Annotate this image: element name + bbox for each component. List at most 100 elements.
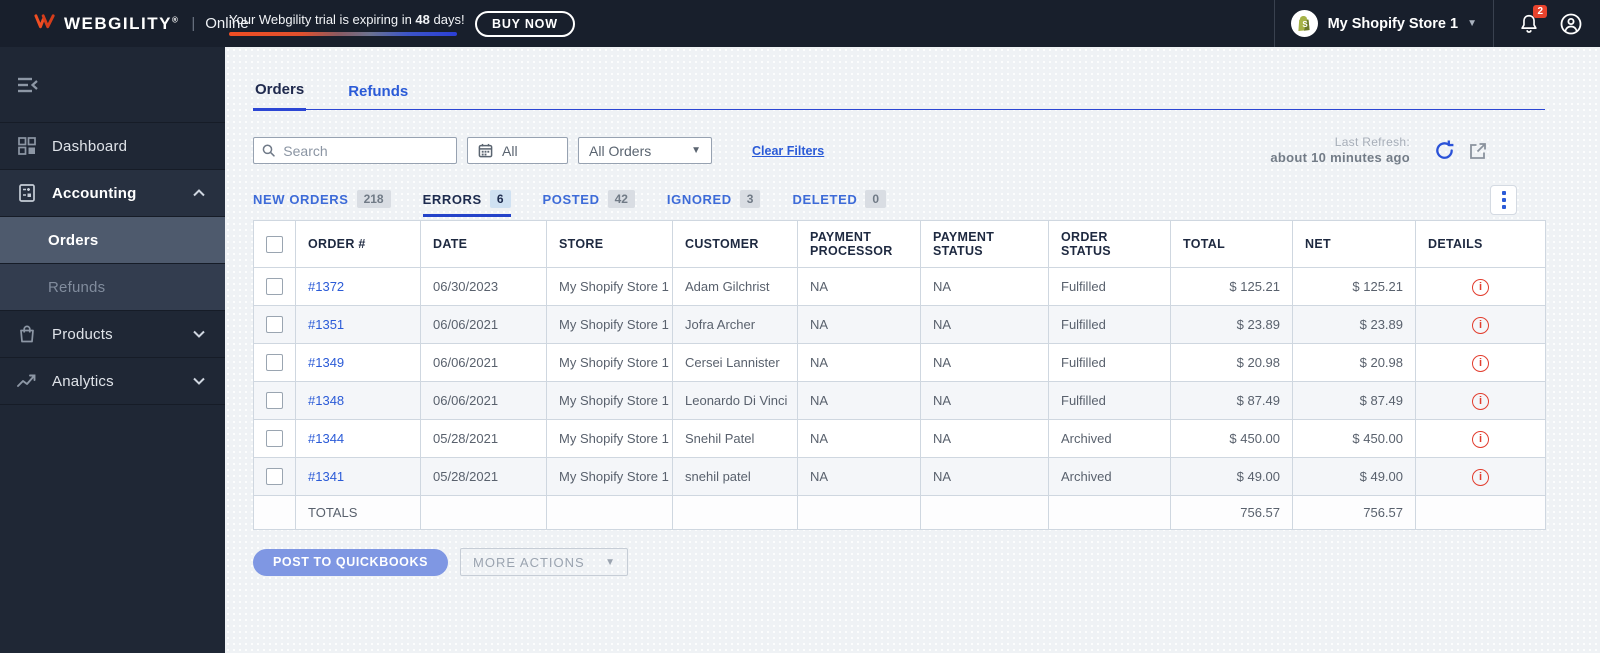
row-checkbox[interactable]: [266, 316, 283, 334]
post-to-quickbooks-button[interactable]: POST TO QUICKBOOKS: [253, 548, 449, 576]
order-number-link[interactable]: #1348: [308, 393, 344, 408]
customer-cell: Snehil Patel: [672, 419, 798, 459]
payment-status-cell: NA: [920, 419, 1049, 459]
svg-text:S: S: [1302, 20, 1308, 29]
order-number-link[interactable]: #1351: [308, 317, 344, 332]
brand-reg: ®: [171, 14, 180, 24]
order-status-cell: Archived: [1048, 457, 1171, 497]
order-number-link[interactable]: #1349: [308, 355, 344, 370]
error-details-icon[interactable]: i: [1472, 278, 1489, 296]
totals-row: TOTALS 756.57 756.57: [253, 495, 1546, 531]
tab-ignored[interactable]: IGNORED 3: [667, 190, 761, 217]
date-filter[interactable]: All: [467, 137, 568, 165]
date-cell: 06/06/2021: [420, 381, 547, 421]
date-cell: 05/28/2021: [420, 457, 547, 497]
error-details-icon[interactable]: i: [1472, 430, 1489, 448]
sidebar-item-orders[interactable]: Orders: [0, 217, 225, 264]
webgility-logo-icon: [34, 13, 55, 28]
total-cell: $ 450.00: [1170, 419, 1293, 459]
sidebar-item-refunds[interactable]: Refunds: [0, 264, 225, 311]
row-checkbox[interactable]: [266, 354, 283, 372]
table-header-row: ORDER # DATE STORE CUSTOMER PAYMENT PROC…: [253, 220, 1546, 269]
order-number-link[interactable]: #1372: [308, 279, 344, 294]
search-input[interactable]: [283, 142, 448, 159]
tab-posted[interactable]: POSTED 42: [543, 190, 635, 217]
tab-orders[interactable]: Orders: [253, 75, 307, 111]
open-external-button[interactable]: [1466, 139, 1490, 163]
sidebar-item-label: Refunds: [48, 278, 106, 296]
sidebar-item-products[interactable]: Products: [0, 311, 225, 358]
date-cell: 06/30/2023: [420, 267, 547, 307]
sidebar-item-dashboard[interactable]: Dashboard: [0, 123, 225, 170]
totals-label: TOTALS: [295, 495, 421, 531]
tab-label: DELETED: [792, 191, 858, 207]
sidebar-item-accounting[interactable]: Accounting: [0, 170, 225, 217]
error-details-icon[interactable]: i: [1472, 316, 1489, 334]
notifications-button[interactable]: 2: [1514, 4, 1547, 39]
tab-label: ERRORS: [422, 191, 482, 207]
row-checkbox[interactable]: [266, 468, 283, 486]
table-row: #1341 05/28/2021 My Shopify Store 1 snehil …: [253, 457, 1546, 497]
col-order-status: ORDER STATUS: [1048, 220, 1171, 269]
row-checkbox[interactable]: [266, 392, 283, 410]
clear-filters-link[interactable]: Clear Filters: [752, 144, 824, 158]
order-number-cell: #1344: [295, 419, 421, 459]
notification-count-badge: 2: [1533, 4, 1547, 18]
net-cell: $ 125.21: [1292, 267, 1416, 307]
error-details-icon[interactable]: i: [1472, 354, 1489, 372]
store-cell: My Shopify Store 1: [546, 267, 673, 307]
chevron-down-icon: ▼: [605, 556, 616, 568]
sidebar-item-label: Orders: [48, 231, 99, 249]
order-number-link[interactable]: #1341: [308, 469, 344, 484]
order-filter-value: All Orders: [589, 142, 652, 159]
sidebar-item-label: Dashboard: [52, 137, 128, 155]
store-name: My Shopify Store 1: [1327, 15, 1459, 32]
table-row: #1351 06/06/2021 My Shopify Store 1 Jofra A…: [253, 305, 1546, 345]
row-checkbox[interactable]: [266, 278, 283, 296]
row-checkbox[interactable]: [266, 430, 283, 448]
payment-processor-cell: NA: [797, 381, 921, 421]
kebab-menu-icon: [1501, 191, 1506, 196]
payment-processor-cell: NA: [797, 343, 921, 383]
brand-name: WEBGILITY®: [64, 13, 180, 33]
payment-status-cell: NA: [920, 343, 1049, 383]
chevron-up-icon: [193, 184, 205, 202]
table-options-button[interactable]: [1490, 185, 1517, 216]
store-selector[interactable]: S My Shopify Store 1 ▼: [1275, 0, 1493, 47]
account-button[interactable]: [1556, 9, 1586, 39]
select-all-checkbox[interactable]: [266, 235, 283, 253]
col-payment-status: PAYMENT STATUS: [920, 220, 1049, 269]
dashboard-icon: [17, 136, 37, 156]
chevron-down-icon: ▼: [691, 145, 701, 157]
date-filter-value: All: [502, 142, 518, 159]
total-cell: $ 20.98: [1170, 343, 1293, 383]
order-filter-select[interactable]: All Orders ▼: [578, 137, 712, 165]
tab-errors[interactable]: ERRORS 6: [422, 190, 511, 218]
refresh-button[interactable]: [1432, 139, 1456, 163]
col-date: DATE: [420, 220, 547, 269]
table-row: #1372 06/30/2023 My Shopify Store 1 Adam Gi…: [253, 267, 1546, 307]
error-details-icon[interactable]: i: [1472, 468, 1489, 486]
count-badge: 0: [865, 190, 887, 209]
payment-processor-cell: NA: [797, 419, 921, 459]
tab-new-orders[interactable]: NEW ORDERS 218: [253, 190, 391, 217]
topbar-divider: [1493, 0, 1494, 47]
buy-now-button[interactable]: BUY NOW: [475, 10, 575, 37]
net-cell: $ 23.89: [1292, 305, 1416, 345]
sidebar-collapse-button[interactable]: [0, 47, 225, 123]
order-number-cell: #1349: [295, 343, 421, 383]
totals-net: 756.57: [1292, 495, 1416, 531]
more-actions-dropdown[interactable]: MORE ACTIONS ▼: [460, 548, 629, 577]
last-refresh-label: Last Refresh:: [1334, 135, 1410, 149]
store-cell: My Shopify Store 1: [546, 381, 673, 421]
sidebar-item-analytics[interactable]: Analytics: [0, 358, 225, 405]
row-checkbox-cell: [253, 381, 296, 421]
account-icon: [1560, 13, 1582, 34]
col-net: NET: [1292, 220, 1416, 269]
error-details-icon[interactable]: i: [1472, 392, 1489, 410]
tab-deleted[interactable]: DELETED 0: [792, 190, 887, 217]
order-number-link[interactable]: #1344: [308, 431, 344, 446]
details-cell: i: [1415, 381, 1546, 421]
tab-refunds[interactable]: Refunds: [346, 77, 410, 109]
chevron-down-icon: ▼: [1467, 18, 1477, 29]
